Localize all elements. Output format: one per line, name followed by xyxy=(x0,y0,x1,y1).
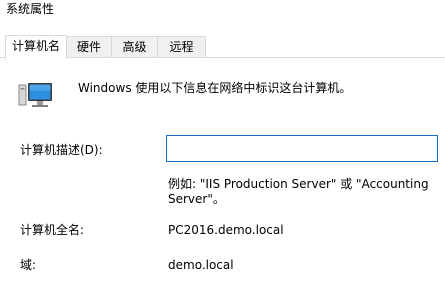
tab-hardware[interactable]: 硬件 xyxy=(66,36,112,57)
computer-name-panel: Windows 使用以下信息在网络中标识这台计算机。 计算机描述(D): 例如:… xyxy=(0,58,445,283)
tab-remote[interactable]: 远程 xyxy=(157,36,206,57)
description-example-text: 例如: "IIS Production Server" 或 "Accountin… xyxy=(168,177,429,206)
domain-value: demo.local xyxy=(168,258,234,272)
full-computer-name-value: PC2016.demo.local xyxy=(168,223,284,237)
tab-computer-name[interactable]: 计算机名 xyxy=(5,35,67,59)
tab-strip: 计算机名 硬件 高级 远程 xyxy=(0,35,445,59)
system-properties-window: 系统属性 计算机名 硬件 高级 远程 Windows 使用以下信息在网络中标识这… xyxy=(0,0,445,283)
window-title: 系统属性 xyxy=(6,2,55,16)
computer-description-label: 计算机描述(D): xyxy=(20,143,103,157)
full-computer-name-label: 计算机全名: xyxy=(20,223,85,237)
computer-icon xyxy=(18,79,58,113)
computer-description-input[interactable] xyxy=(166,135,438,162)
domain-label: 域: xyxy=(20,258,37,272)
tab-advanced[interactable]: 高级 xyxy=(111,36,158,57)
intro-text: Windows 使用以下信息在网络中标识这台计算机。 xyxy=(78,81,352,95)
